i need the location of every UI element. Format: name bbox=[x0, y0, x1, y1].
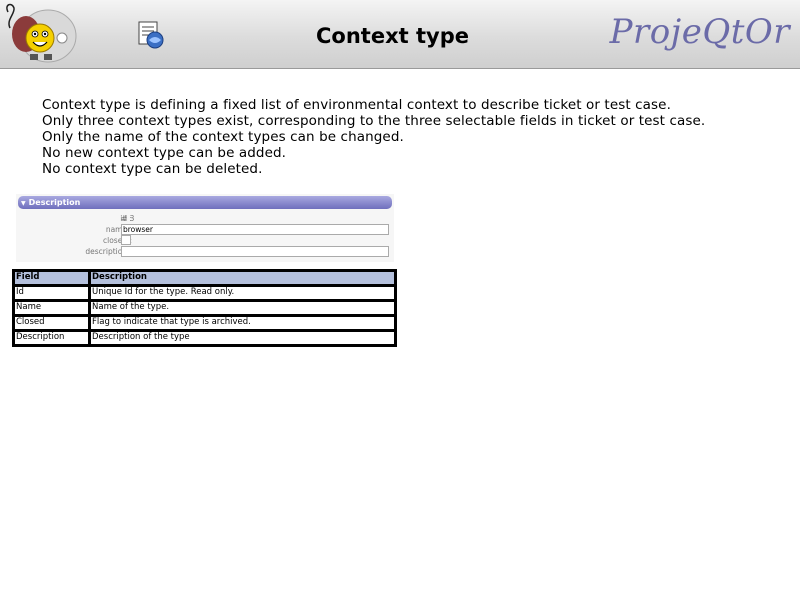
field-name-cell: Name bbox=[12, 299, 91, 317]
field-description-cell: Unique Id for the type. Read only. bbox=[88, 284, 397, 302]
field-description-cell: Description of the type bbox=[88, 329, 397, 347]
description-section-header[interactable]: ▼ Description bbox=[18, 196, 392, 209]
closed-checkbox[interactable] bbox=[121, 235, 131, 245]
column-header-field: Field bbox=[12, 269, 91, 287]
id-row: id : # 3 bbox=[16, 213, 394, 224]
table-row: Name Name of the type. bbox=[12, 299, 397, 317]
description-input[interactable] bbox=[121, 246, 389, 257]
intro-line: No context type can be deleted. bbox=[42, 161, 263, 177]
field-name-cell: Id bbox=[12, 284, 91, 302]
field-name-cell: Closed bbox=[12, 314, 91, 332]
intro-text: Context type is defining a fixed list of… bbox=[42, 97, 782, 177]
field-name-cell: Description bbox=[12, 329, 91, 347]
intro-line: Only the name of the context types can b… bbox=[42, 129, 404, 145]
collapse-triangle-icon: ▼ bbox=[21, 200, 26, 207]
column-header-description: Description bbox=[88, 269, 397, 287]
table-row: Closed Flag to indicate that type is arc… bbox=[12, 314, 397, 332]
name-row: name : browser bbox=[16, 224, 394, 235]
description-form: ▼ Description id : # 3 name : browser clo… bbox=[16, 194, 394, 262]
description-row: description : bbox=[16, 246, 394, 257]
field-description-cell: Flag to indicate that type is archived. bbox=[88, 314, 397, 332]
name-input[interactable]: browser bbox=[121, 224, 389, 235]
intro-line: Context type is defining a fixed list of… bbox=[42, 97, 671, 113]
app-header: Context type ProjeQtOr bbox=[0, 0, 800, 69]
intro-line: Only three context types exist, correspo… bbox=[42, 113, 706, 129]
brand-logo-text: ProjeQtOr bbox=[609, 12, 790, 52]
page-title: Context type bbox=[316, 24, 469, 48]
id-value: # 3 bbox=[121, 214, 135, 223]
section-title: Description bbox=[28, 198, 81, 207]
mascot-logo-icon bbox=[6, 3, 77, 63]
help-document-icon[interactable] bbox=[136, 20, 166, 50]
table-row: Description Description of the type bbox=[12, 329, 397, 347]
table-header-row: Field Description bbox=[12, 269, 397, 287]
closed-row: closed : bbox=[16, 235, 394, 246]
field-description-cell: Name of the type. bbox=[88, 299, 397, 317]
intro-line: No new context type can be added. bbox=[42, 145, 287, 161]
fields-table: Field Description Id Unique Id for the t… bbox=[12, 269, 397, 347]
table-row: Id Unique Id for the type. Read only. bbox=[12, 284, 397, 302]
